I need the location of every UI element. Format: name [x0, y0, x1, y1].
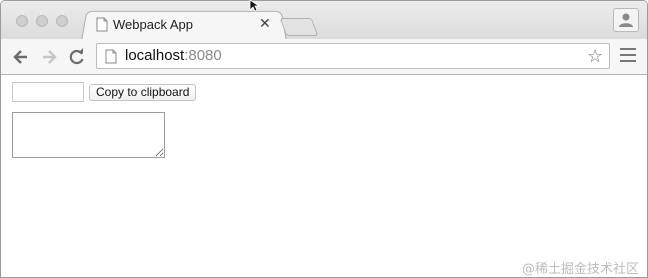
- star-icon[interactable]: ☆: [587, 46, 603, 67]
- page-content: Copy to clipboard: [1, 75, 647, 277]
- browser-window: Webpack App ✕ localhost:8080 ☆ Copy to c…: [0, 0, 648, 278]
- back-arrow-icon[interactable]: [11, 47, 31, 67]
- url-port: :8080: [184, 47, 222, 64]
- menu-icon[interactable]: [620, 48, 636, 64]
- profile-button[interactable]: [613, 8, 639, 32]
- cursor-icon: [249, 0, 261, 12]
- new-tab-button[interactable]: [279, 18, 319, 36]
- url-text: localhost:8080: [125, 47, 222, 64]
- browser-toolbar: localhost:8080 ☆: [1, 39, 647, 75]
- zoom-window-button[interactable]: [56, 15, 68, 27]
- watermark: @稀土掘金技术社区: [522, 262, 640, 277]
- copy-source-input[interactable]: [12, 82, 84, 102]
- tab-contents: Webpack App ✕: [93, 14, 275, 36]
- address-bar[interactable]: localhost:8080 ☆: [96, 43, 610, 69]
- url-host: localhost: [125, 47, 185, 64]
- profile-icon: [619, 13, 633, 27]
- page-icon: [96, 17, 108, 32]
- forward-arrow-icon[interactable]: [39, 47, 59, 67]
- page-icon: [105, 49, 117, 64]
- paste-textarea[interactable]: [12, 112, 165, 158]
- tab-strip: Webpack App ✕: [1, 1, 647, 42]
- minimize-window-button[interactable]: [36, 15, 48, 27]
- close-icon[interactable]: ✕: [259, 15, 271, 32]
- close-window-button[interactable]: [16, 15, 28, 27]
- reload-icon[interactable]: [67, 47, 87, 67]
- tab-title: Webpack App: [113, 17, 193, 32]
- copy-to-clipboard-button[interactable]: Copy to clipboard: [89, 84, 197, 101]
